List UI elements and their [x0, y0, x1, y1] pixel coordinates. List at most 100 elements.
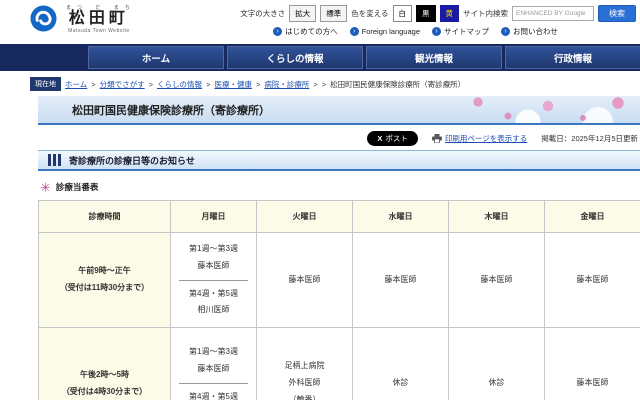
font-size-label: 文字の大きさ — [240, 8, 285, 19]
clinic-schedule-table: 診療時間 月曜日 火曜日 水曜日 木曜日 金曜日 午前9時～正午 （受付は11時… — [38, 200, 640, 400]
site-logo[interactable]: まつ だ まち 松田町 Matsuda Town Website — [30, 4, 136, 34]
breadcrumb-separator: > — [313, 80, 317, 89]
col-header-wednesday: 水曜日 — [353, 201, 449, 233]
morning-monday-cell: 第1週～第3週 藤本医師 第4週・第5週 相川医師 — [171, 233, 257, 328]
afternoon-time-cell: 午後2時～5時 （受付は4時30分まで） — [39, 328, 171, 400]
search-button[interactable]: 検索 — [598, 5, 636, 22]
section-heading: 寄診療所の診療日等のお知らせ — [38, 150, 640, 171]
monday-weeks-2: 第4週・第5週 — [173, 286, 254, 303]
morning-time: 午前9時～正午 — [41, 263, 168, 280]
arrow-circle-icon: › — [501, 27, 510, 36]
color-yellow-button[interactable]: 黄 — [440, 5, 460, 22]
x-post-button[interactable]: X ポスト — [367, 131, 418, 146]
morning-tuesday-cell: 藤本医師 — [257, 233, 353, 328]
table-header-row: 診療時間 月曜日 火曜日 水曜日 木曜日 金曜日 — [39, 201, 640, 233]
monday-doctor-1: 藤本医師 — [173, 361, 254, 378]
morning-wednesday-cell: 藤本医師 — [353, 233, 449, 328]
tuesday-hospital: 足柄上病院 — [259, 358, 350, 375]
breadcrumb-medical-link[interactable]: 医療・健康 — [214, 79, 252, 90]
nav-item-living[interactable]: くらしの情報 — [227, 46, 363, 69]
monday-weeks-1: 第1週～第3週 — [173, 241, 254, 258]
cell-divider — [179, 280, 248, 281]
flower-icon: ✳ — [40, 181, 51, 194]
contact-label: お問い合わせ — [513, 26, 558, 37]
search-input[interactable] — [512, 6, 594, 21]
monday-doctor-2: 相川医師 — [173, 302, 254, 319]
breadcrumb-current-page: 松田町国民健康保険診療所（寄診療所） — [330, 79, 465, 90]
arrow-circle-icon: › — [432, 27, 441, 36]
afternoon-time-note: （受付は4時30分まで） — [41, 384, 168, 400]
accessibility-controls: 文字の大きさ 拡大 標準 色を変える 白 黒 黄 サイト内検索 検索 — [240, 5, 636, 22]
global-nav: ホーム くらしの情報 観光情報 行政情報 — [0, 44, 640, 71]
morning-friday-cell: 藤本医師 — [545, 233, 640, 328]
cell-divider — [179, 383, 248, 384]
foreign-language-label: Foreign language — [362, 27, 420, 36]
breadcrumb-living-link[interactable]: くらしの情報 — [157, 79, 202, 90]
color-white-button[interactable]: 白 — [393, 5, 413, 22]
site-subtitle: Matsuda Town Website — [68, 28, 130, 34]
first-time-link[interactable]: › はじめての方へ — [273, 26, 338, 37]
site-name: 松田町 — [69, 11, 129, 28]
breadcrumb-separator: > — [206, 80, 210, 89]
font-standard-button[interactable]: 標準 — [320, 5, 347, 22]
table-caption-row: ✳ 診療当番表 — [40, 180, 640, 193]
print-page-link[interactable]: 印刷用ページを表示する — [432, 133, 527, 144]
col-header-friday: 金曜日 — [545, 201, 640, 233]
nav-item-tourism[interactable]: 観光情報 — [366, 46, 502, 69]
page-meta-row: X ポスト 印刷用ページを表示する 掲載日：2025年12月5日更新 — [0, 125, 640, 150]
monday-weeks-1: 第1週～第3週 — [173, 344, 254, 361]
page-title: 松田町国民健康保険診療所（寄診療所） — [38, 102, 270, 118]
color-change-label: 色を変える — [351, 8, 388, 19]
tuesday-rotation-note: （輪番） — [259, 392, 350, 400]
breadcrumb-home-link[interactable]: ホーム — [65, 79, 87, 90]
foreign-language-link[interactable]: › Foreign language — [350, 26, 420, 37]
x-icon: X — [377, 134, 382, 143]
afternoon-friday-cell: 藤本医師 — [545, 328, 640, 400]
site-header: まつ だ まち 松田町 Matsuda Town Website 文字の大きさ … — [0, 0, 640, 44]
sitemap-label: サイトマップ — [444, 26, 489, 37]
page-title-banner: 松田町国民健康保険診療所（寄診療所） — [38, 96, 640, 125]
afternoon-wednesday-cell: 休診 — [353, 328, 449, 400]
site-search-label: サイト内検索 — [463, 8, 508, 19]
color-black-button[interactable]: 黒 — [416, 5, 436, 22]
triple-bars-icon — [48, 154, 61, 166]
afternoon-monday-cell: 第1週～第3週 藤本医師 第4週・第5週 相川医師 — [171, 328, 257, 400]
x-post-label: ポスト — [385, 133, 408, 144]
current-location-badge: 現在地 — [30, 77, 61, 91]
town-logo-icon — [30, 5, 57, 32]
breadcrumb-category-link[interactable]: 分類でさがす — [100, 79, 145, 90]
afternoon-thursday-cell: 休診 — [449, 328, 545, 400]
morning-time-cell: 午前9時～正午 （受付は11時30分まで） — [39, 233, 171, 328]
nav-item-government[interactable]: 行政情報 — [505, 46, 640, 69]
table-caption: 診療当番表 — [56, 181, 99, 193]
font-enlarge-button[interactable]: 拡大 — [289, 5, 316, 22]
afternoon-tuesday-cell: 足柄上病院 外科医師 （輪番） — [257, 328, 353, 400]
breadcrumb-separator: > — [91, 80, 95, 89]
section-heading-title: 寄診療所の診療日等のお知らせ — [69, 154, 195, 167]
col-header-monday: 月曜日 — [171, 201, 257, 233]
monday-doctor-1: 藤本医師 — [173, 258, 254, 275]
printer-icon — [432, 134, 442, 143]
breadcrumb-separator: > — [149, 80, 153, 89]
arrow-circle-icon: › — [273, 27, 282, 36]
breadcrumb-separator: > — [322, 80, 326, 89]
breadcrumb-hospital-link[interactable]: 病院・診療所 — [264, 79, 309, 90]
print-page-label: 印刷用ページを表示する — [445, 133, 527, 144]
col-header-thursday: 木曜日 — [449, 201, 545, 233]
posted-date: 掲載日：2025年12月5日更新 — [541, 133, 638, 144]
arrow-circle-icon: › — [350, 27, 359, 36]
tuesday-doctor: 外科医師 — [259, 375, 350, 392]
morning-time-note: （受付は11時30分まで） — [41, 280, 168, 297]
sitemap-link[interactable]: › サイトマップ — [432, 26, 489, 37]
first-time-label: はじめての方へ — [285, 26, 338, 37]
col-header-time: 診療時間 — [39, 201, 171, 233]
contact-link[interactable]: › お問い合わせ — [501, 26, 558, 37]
morning-thursday-cell: 藤本医師 — [449, 233, 545, 328]
afternoon-time: 午後2時～5時 — [41, 367, 168, 384]
breadcrumb: 現在地 ホーム > 分類でさがす > くらしの情報 > 医療・健康 > 病院・診… — [0, 71, 640, 96]
nav-item-home[interactable]: ホーム — [88, 46, 224, 69]
col-header-tuesday: 火曜日 — [257, 201, 353, 233]
header-quick-links: › はじめての方へ › Foreign language › サイトマップ › … — [273, 26, 558, 37]
table-row-morning: 午前9時～正午 （受付は11時30分まで） 第1週～第3週 藤本医師 第4週・第… — [39, 233, 640, 328]
monday-weeks-2: 第4週・第5週 — [173, 389, 254, 400]
